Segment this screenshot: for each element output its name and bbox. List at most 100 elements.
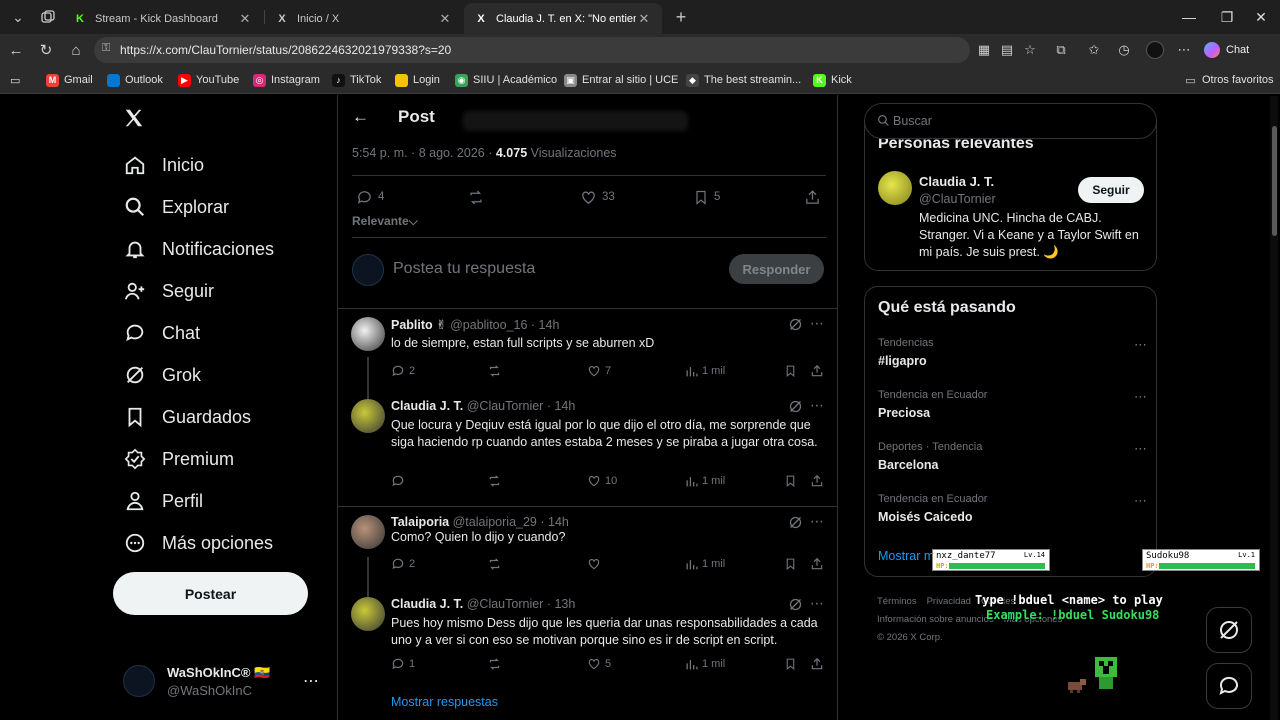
bookmark-button[interactable]: 5 (693, 186, 720, 208)
nav-item-grok[interactable]: Grok (123, 360, 201, 390)
address-bar[interactable]: ⚿ https://x.com/ClauTornier/status/20862… (94, 37, 970, 63)
messages-float-button[interactable] (1206, 663, 1252, 709)
new-tab-button[interactable]: + (667, 5, 695, 29)
bookmark-item[interactable]: ◆ The best streamin... (686, 72, 801, 88)
bookmark-item[interactable]: M Gmail (46, 72, 93, 88)
bookmark-item[interactable]: ◎ Instagram (253, 72, 320, 88)
close-icon[interactable]: ✕ (437, 11, 453, 27)
footer-link[interactable]: Información sobre anuncios (877, 614, 994, 625)
scrollbar[interactable] (1270, 96, 1278, 720)
trend-item[interactable]: Tendencia en Ecuador Moisés Caicedo ⋯ (878, 493, 1148, 524)
bookmark-menu-icon[interactable]: ▭ (10, 72, 20, 88)
sort-dropdown[interactable]: Relevante⌵ (352, 214, 418, 229)
repost-button[interactable] (487, 555, 506, 573)
bookmark-item[interactable]: ♪ TikTok (332, 72, 381, 88)
like-button[interactable] (587, 555, 605, 573)
avatar[interactable] (351, 515, 385, 549)
avatar[interactable] (351, 399, 385, 433)
nav-item-chat[interactable]: Chat (123, 318, 200, 348)
grok-icon[interactable] (788, 597, 804, 613)
search-input[interactable]: Buscar (864, 103, 1157, 139)
reader-icon[interactable]: ▤ (997, 40, 1017, 60)
tab-kick-dashboard[interactable]: K Stream - Kick Dashboard ✕ (63, 3, 263, 34)
reply-input[interactable]: Postea tu respuesta (393, 260, 535, 278)
nav-item-perfil[interactable]: Perfil (123, 486, 203, 516)
share-button[interactable] (810, 472, 828, 490)
footer-link[interactable]: Términos (877, 596, 917, 607)
share-button[interactable] (810, 655, 828, 673)
like-button[interactable]: 5 (587, 655, 611, 673)
views-button[interactable]: 1 mil (685, 555, 725, 573)
trend-item[interactable]: Tendencia en Ecuador Preciosa ⋯ (878, 389, 1148, 420)
footer-link[interactable]: Privacidad (927, 596, 971, 607)
extensions-icon[interactable]: ⧉ (1051, 40, 1071, 60)
more-icon[interactable]: ⋯ (810, 397, 824, 414)
more-icon[interactable]: ⋯ (810, 315, 824, 332)
reply-button[interactable]: 4 (356, 186, 384, 208)
more-icon[interactable]: ⋯ (810, 513, 824, 530)
share-button[interactable] (804, 186, 826, 208)
account-switcher[interactable]: WaShOkInC® 🇪🇨 @WaShOkInC ⋯ (123, 661, 323, 701)
more-icon[interactable]: ⋯ (1134, 389, 1147, 405)
other-favorites[interactable]: ▭ Otros favoritos (1184, 72, 1273, 88)
relevant-name[interactable]: Claudia J. T. (919, 174, 994, 189)
bookmark-item[interactable]: ▣ Entrar al sitio | UCE (564, 72, 678, 88)
nav-item-más-opciones[interactable]: Más opciones (123, 528, 273, 558)
views-button[interactable]: 1 mil (685, 655, 725, 673)
avatar[interactable] (351, 317, 385, 351)
reply-item[interactable]: Claudia J. T. @ClauTornier · 14h ⋯ Que l… (338, 357, 837, 509)
share-button[interactable] (810, 555, 828, 573)
close-icon[interactable]: ✕ (237, 11, 253, 27)
tab-inicio-x[interactable]: X Inicio / X ✕ (265, 3, 463, 34)
tab-claudia-post[interactable]: X Claudia J. T. en X: "No entiendo, no ✕ (464, 3, 662, 34)
workspaces-button[interactable] (34, 5, 62, 29)
back-icon[interactable]: ← (4, 38, 28, 62)
close-window-button[interactable]: ✕ (1242, 0, 1280, 34)
nav-item-premium[interactable]: Premium (123, 444, 234, 474)
share-button[interactable] (810, 362, 828, 380)
more-icon[interactable]: ⋯ (1134, 441, 1147, 457)
bookmark-item[interactable]: ◉ SIIU | Académico (455, 72, 557, 88)
show-replies-link[interactable]: Mostrar respuestas (391, 695, 498, 709)
grok-float-button[interactable] (1206, 607, 1252, 653)
close-icon[interactable]: ✕ (636, 11, 652, 27)
tab-actions-button[interactable]: ⌄ (4, 5, 32, 29)
responder-button[interactable]: Responder (729, 254, 824, 284)
bookmark-item[interactable]: ▶ YouTube (178, 72, 239, 88)
postear-button[interactable]: Postear (113, 572, 308, 615)
repost-button[interactable] (487, 472, 506, 490)
x-logo-icon[interactable] (123, 107, 147, 131)
repost-button[interactable] (487, 655, 506, 673)
more-icon[interactable]: ⋯ (303, 671, 319, 691)
avatar[interactable] (351, 597, 385, 631)
more-icon[interactable]: ⋯ (1134, 493, 1147, 509)
nav-item-seguir[interactable]: Seguir (123, 276, 214, 306)
history-icon[interactable]: ◷ (1114, 40, 1134, 60)
bookmark-button[interactable] (784, 655, 801, 673)
copilot-chat-button[interactable]: Chat (1204, 40, 1249, 60)
grok-icon[interactable] (788, 399, 804, 415)
views-button[interactable]: 1 mil (685, 472, 725, 490)
more-icon[interactable]: ⋯ (1134, 337, 1147, 353)
more-icon[interactable]: ⋯ (810, 595, 824, 612)
like-button[interactable]: 10 (587, 472, 617, 490)
nav-item-explorar[interactable]: Explorar (123, 192, 229, 222)
apps-icon[interactable]: ▦ (974, 40, 994, 60)
nav-item-notificaciones[interactable]: Notificaciones (123, 234, 274, 264)
reply-button[interactable]: 2 (391, 555, 415, 573)
home-icon[interactable]: ⌂ (64, 38, 88, 62)
reply-button[interactable]: 2 (391, 362, 415, 380)
bookmark-item[interactable]: Outlook (107, 72, 163, 88)
nav-item-guardados[interactable]: Guardados (123, 402, 251, 432)
favorites-icon[interactable]: ✩ (1084, 40, 1104, 60)
trend-item[interactable]: Tendencias #ligapro ⋯ (878, 337, 1148, 368)
site-info-icon[interactable]: ⚿ (102, 42, 110, 55)
back-arrow-icon[interactable]: ← (352, 107, 369, 127)
avatar[interactable] (878, 171, 912, 205)
like-button[interactable]: 7 (587, 362, 611, 380)
reply-item[interactable]: Claudia J. T. @ClauTornier · 13h ⋯ Pues … (338, 557, 837, 707)
settings-more-icon[interactable]: ⋯ (1174, 40, 1194, 60)
repost-button[interactable] (467, 186, 490, 208)
refresh-icon[interactable]: ↻ (34, 38, 58, 62)
bookmark-item[interactable]: Login (395, 72, 440, 88)
